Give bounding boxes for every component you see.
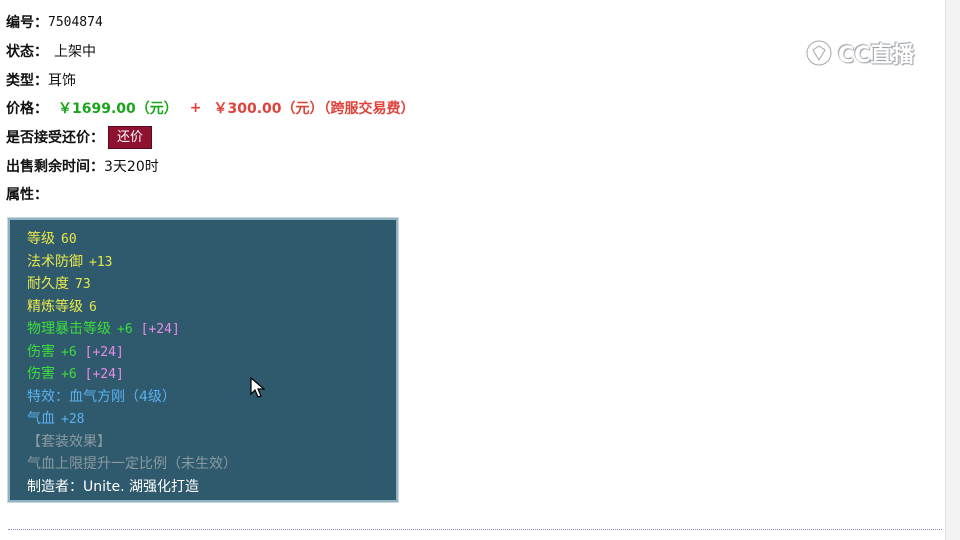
item-type-value: 耳饰 — [48, 72, 76, 89]
item-attr-row: 属性： — [6, 180, 415, 209]
attribute-line: 特效：血气方刚（4级） — [27, 386, 396, 409]
attribute-line: 制造者：Unite. 湖强化打造 — [27, 476, 396, 499]
attribute-name: 气血上限提升一定比例（未生效） — [27, 456, 237, 472]
attribute-name: 特效：血气方刚（4级） — [27, 388, 176, 405]
attribute-name: 【套装效果】 — [27, 433, 111, 450]
item-type-row: 类型： 耳饰 — [6, 65, 415, 94]
divider — [8, 529, 942, 530]
attribute-line: 等级 60 — [27, 228, 396, 251]
page-scrollbar[interactable] — [945, 0, 960, 540]
attribute-line: 气血上限提升一定比例（未生效） — [27, 453, 396, 476]
attribute-line: 伤害 +6 [+24] — [27, 363, 396, 386]
price-cross-server-fee: ￥300.00（元）（跨服交易费） — [213, 101, 415, 118]
cc-live-watermark: CC直播 — [804, 36, 929, 70]
remaining-time-label: 出售剩余时间： — [6, 158, 104, 175]
counter-offer-label: 是否接受还价： — [6, 130, 104, 147]
watermark-text: CC直播 — [838, 43, 915, 68]
attribute-value: 60 — [61, 232, 77, 247]
attribute-line: 【套装效果】 — [27, 431, 396, 454]
attribute-line: 伤害 +6 [+24] — [27, 341, 396, 364]
mouse-cursor-icon — [250, 377, 266, 398]
attribute-name: 法术防御 — [27, 253, 83, 270]
counter-offer-button[interactable]: 还价 — [108, 125, 153, 149]
attribute-name: 等级 — [27, 231, 55, 247]
attribute-line: 耐久度 73 — [27, 273, 396, 296]
attribute-value: 6 — [89, 299, 97, 315]
attribute-line: 精炼等级 6 — [27, 296, 396, 319]
item-id-row: 编号： 7504874 — [6, 8, 415, 37]
attribute-bonus: [+24] — [84, 367, 124, 382]
attribute-bonus: [+24] — [140, 322, 180, 337]
attribute-name: 气血 — [27, 411, 55, 427]
item-info: 编号： 7504874 状态： 上架中 类型： 耳饰 价格： ￥1699.00（… — [6, 8, 415, 209]
item-time-row: 出售剩余时间： 3天20时 — [6, 151, 415, 180]
price-plus: + — [189, 100, 202, 117]
attribute-value: +13 — [89, 254, 113, 270]
attribute-value: +6 — [61, 367, 77, 382]
attributes-label: 属性： — [6, 187, 48, 204]
attribute-name: 物理暴击等级 — [27, 321, 111, 337]
item-id-label: 编号： — [6, 15, 48, 32]
attribute-name: 耐久度 — [27, 276, 69, 292]
attribute-value: +28 — [61, 412, 85, 427]
attribute-line: 法术防御 +13 — [27, 251, 396, 274]
attribute-value: 73 — [75, 277, 91, 292]
attribute-name: 精炼等级 — [27, 298, 83, 315]
attribute-line: 气血 +28 — [27, 408, 396, 431]
item-status-row: 状态： 上架中 — [6, 37, 415, 66]
attribute-name: 伤害 — [27, 366, 55, 382]
attribute-value: +6 — [61, 344, 77, 360]
cc-live-logo-icon — [805, 39, 833, 67]
attributes-panel: 等级 60 法术防御 +13 耐久度 73 精炼等级 6 物理暴击等级 +6 [+24] 伤害 +6 [+… — [7, 217, 399, 503]
item-type-label: 类型： — [6, 72, 48, 89]
price-main: ￥1699.00（元） — [58, 101, 178, 118]
remaining-time-value: 3天20时 — [104, 158, 159, 175]
item-status-value: 上架中 — [54, 44, 96, 61]
attribute-name: 制造者：Unite. 湖强化打造 — [27, 478, 200, 495]
attribute-bonus: [+24] — [84, 344, 124, 360]
attribute-line: 物理暴击等级 +6 [+24] — [27, 318, 396, 341]
item-counter-offer-row: 是否接受还价： 还价 — [6, 123, 415, 152]
item-id-value: 7504874 — [48, 14, 103, 30]
attribute-name: 伤害 — [27, 343, 55, 360]
attribute-value: +6 — [117, 322, 133, 337]
item-price-row: 价格： ￥1699.00（元） + ￥300.00（元）（跨服交易费） — [6, 94, 415, 123]
item-status-label: 状态： — [6, 44, 48, 61]
item-price-label: 价格： — [6, 101, 48, 118]
